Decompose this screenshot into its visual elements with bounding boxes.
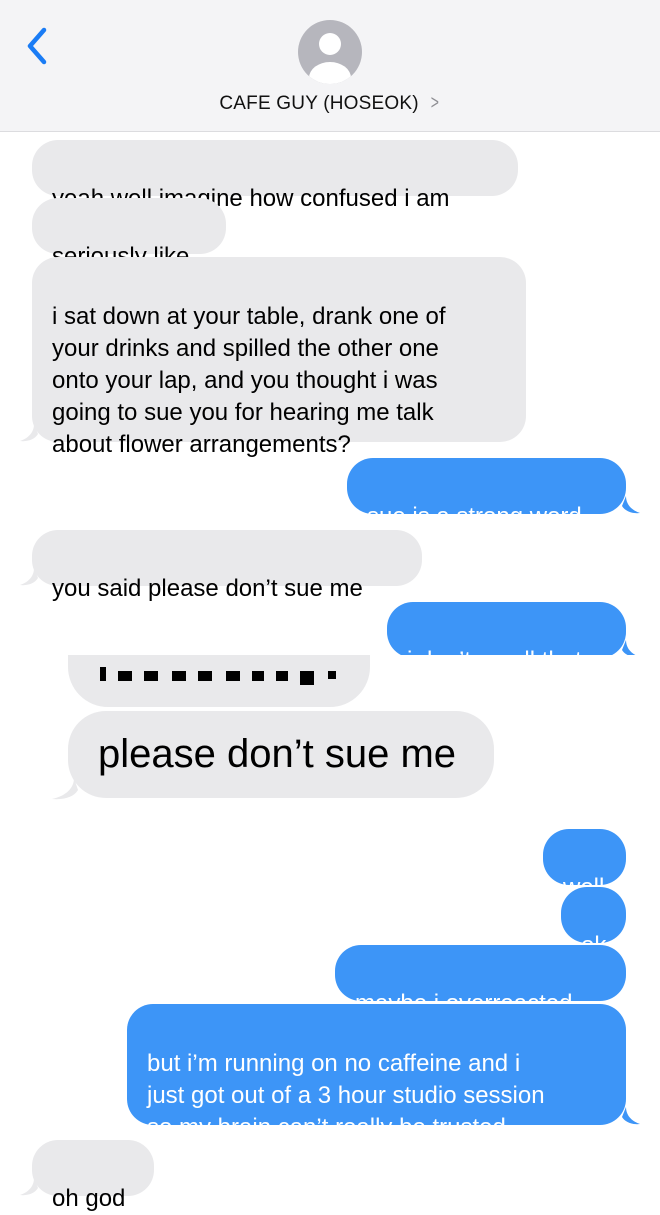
person-silhouette-icon	[309, 33, 351, 84]
bubble-tail	[20, 1178, 38, 1196]
bubble-tail	[20, 424, 38, 442]
chevron-left-icon	[27, 27, 47, 65]
bubble-tail	[622, 1107, 640, 1125]
incoming-message: you said please don’t sue me	[32, 530, 422, 602]
bubble-tail	[622, 496, 640, 514]
chevron-right-icon: >	[430, 92, 439, 114]
screenshot-message-text: please don’t sue me	[98, 732, 457, 776]
cropped-text-fragment	[100, 667, 336, 685]
outgoing-message: sue is a strong word	[347, 458, 626, 530]
bubble-tail	[20, 568, 38, 586]
conversation-header: CAFE GUY (HOSEOK) >	[0, 0, 660, 132]
contact-name: CAFE GUY (HOSEOK)	[219, 93, 419, 114]
message-text: sue is a strong word	[367, 503, 582, 530]
message-text: you said please don’t sue me	[52, 575, 363, 602]
screenshot-attachment[interactable]: please don’t sue me	[0, 655, 660, 805]
back-button[interactable]	[20, 26, 54, 66]
outgoing-message: i don’t recall that	[387, 602, 626, 674]
message-text: i sat down at your table, drank one of y…	[52, 303, 446, 458]
bubble-tail	[52, 778, 78, 800]
message-text: but i’m running on no caffeine and i jus…	[147, 1050, 545, 1141]
incoming-message: oh god	[32, 1140, 154, 1212]
message-text: oh god	[52, 1185, 126, 1212]
incoming-message: seriously like	[32, 198, 226, 270]
outgoing-message: ok	[561, 887, 626, 959]
incoming-message: i sat down at your table, drank one of y…	[32, 257, 526, 458]
outgoing-message: well	[543, 829, 626, 901]
incoming-message: yeah well imagine how confused i am	[32, 140, 518, 212]
contact-name-button[interactable]: CAFE GUY (HOSEOK) >	[0, 92, 660, 115]
screenshot-message-bubble: please don’t sue me	[68, 711, 494, 798]
outgoing-message: but i’m running on no caffeine and i jus…	[127, 1004, 626, 1141]
outgoing-message: maybe i overreacted	[335, 945, 626, 1017]
contact-avatar[interactable]	[298, 20, 362, 84]
